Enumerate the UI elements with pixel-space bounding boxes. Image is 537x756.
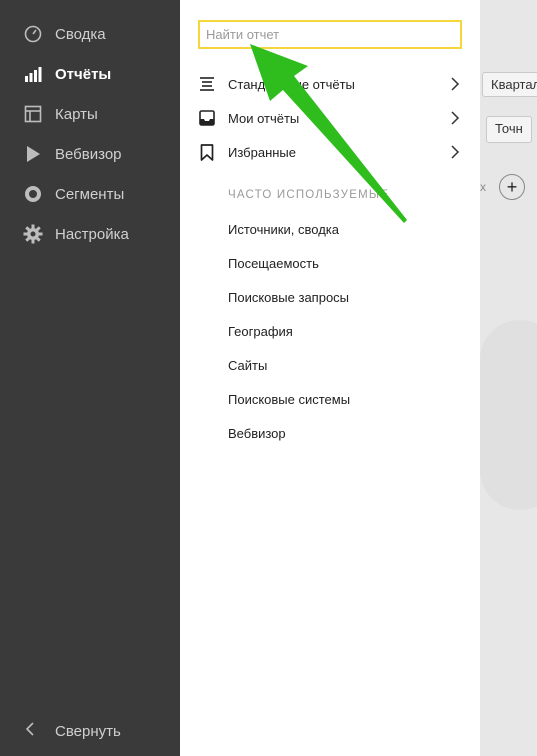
menu-item-label: Стандартные отчёты xyxy=(228,76,355,92)
sidebar-item-summary[interactable]: Сводка xyxy=(0,18,180,50)
frequent-report-item[interactable]: Поисковые запросы xyxy=(228,290,349,305)
menu-item-favorites[interactable]: Избранные xyxy=(198,138,464,166)
background-page: Квартал Точн х + xyxy=(480,0,537,756)
bookmark-icon xyxy=(198,143,216,161)
add-button[interactable]: + xyxy=(499,174,525,200)
sidebar-item-label: Отчёты xyxy=(55,65,112,83)
sidebar-item-label: Сегменты xyxy=(55,185,125,203)
sidebar-item-webvisor[interactable]: Вебвизор xyxy=(0,138,180,170)
menu-item-label: Мои отчёты xyxy=(228,110,300,126)
frequent-report-item[interactable]: Сайты xyxy=(228,358,267,373)
frequent-section-title: ЧАСТО ИСПОЛЬЗУЕМЫЕ xyxy=(228,189,390,201)
chevron-right-icon xyxy=(451,145,460,159)
frequent-report-item[interactable]: Поисковые системы xyxy=(228,392,350,407)
sidebar-item-label: Карты xyxy=(55,105,98,123)
sidebar-item-label: Настройка xyxy=(55,225,129,243)
background-text-fragment: х xyxy=(480,180,486,194)
accuracy-button[interactable]: Точн xyxy=(486,116,532,143)
gear-icon xyxy=(23,224,43,244)
menu-item-my-reports[interactable]: Мои отчёты xyxy=(198,104,464,132)
sidebar-item-segments[interactable]: Сегменты xyxy=(0,178,180,210)
quarter-button[interactable]: Квартал xyxy=(482,72,537,97)
frequent-report-item[interactable]: Источники, сводка xyxy=(228,222,339,237)
frequent-report-item[interactable]: Вебвизор xyxy=(228,426,286,441)
chevron-right-icon xyxy=(451,111,460,125)
accuracy-label: Точн xyxy=(495,121,523,136)
reports-menu-panel: Стандартные отчёты Мои отчёты Избранные … xyxy=(180,0,480,756)
sidebar-item-settings[interactable]: Настройка xyxy=(0,218,180,250)
list-icon xyxy=(198,75,216,93)
inbox-icon xyxy=(198,109,216,127)
frequent-report-item[interactable]: Посещаемость xyxy=(228,256,319,271)
chevron-left-icon xyxy=(25,721,35,741)
sidebar-item-maps[interactable]: Карты xyxy=(0,98,180,130)
sidebar: Сводка Отчёты Карты Вебвизор Сегменты На… xyxy=(0,0,180,756)
chevron-right-icon xyxy=(451,77,460,91)
sidebar-item-label: Сводка xyxy=(55,25,106,43)
sidebar-item-reports[interactable]: Отчёты xyxy=(0,58,180,90)
sidebar-item-label: Вебвизор xyxy=(55,145,122,163)
collapse-label: Свернуть xyxy=(55,722,121,740)
gauge-icon xyxy=(23,24,43,44)
layout-icon xyxy=(23,104,43,124)
search-input[interactable] xyxy=(198,20,462,49)
pie-icon xyxy=(23,184,43,204)
play-icon xyxy=(23,144,43,164)
menu-item-label: Избранные xyxy=(228,144,296,160)
map-shape xyxy=(480,320,537,510)
collapse-sidebar-button[interactable]: Свернуть xyxy=(0,716,180,746)
bar-chart-icon xyxy=(23,64,43,84)
menu-item-standard-reports[interactable]: Стандартные отчёты xyxy=(198,70,464,98)
frequent-report-item[interactable]: География xyxy=(228,324,293,339)
